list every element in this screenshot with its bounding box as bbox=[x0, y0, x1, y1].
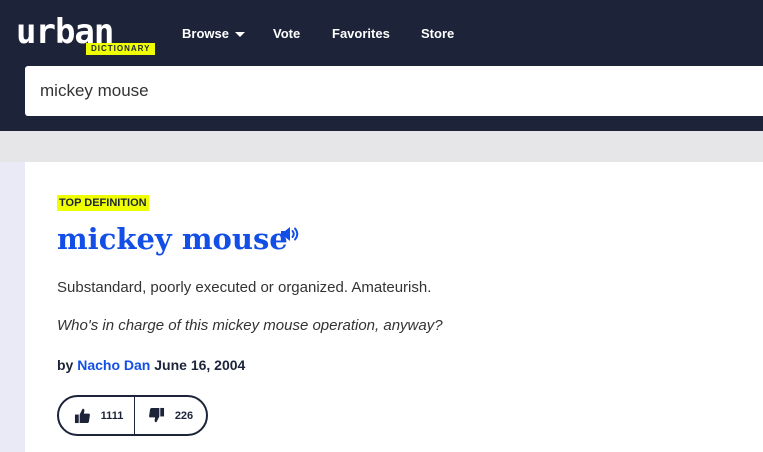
vote-controls: 1111 226 bbox=[57, 395, 208, 436]
speaker-icon[interactable] bbox=[279, 223, 301, 245]
thumbs-up-icon bbox=[74, 408, 90, 424]
nav-favorites[interactable]: Favorites bbox=[332, 25, 390, 43]
definition-meaning: Substandard, poorly executed or organize… bbox=[57, 279, 432, 296]
upvote-count: 1111 bbox=[100, 409, 124, 422]
search-input-value: mickey mouse bbox=[40, 81, 149, 100]
nav-browse-label: Browse bbox=[182, 26, 229, 41]
upvote-button[interactable]: 1111 bbox=[59, 397, 135, 434]
definition-word[interactable]: mickey mouse bbox=[57, 220, 288, 258]
top-definition-badge: TOP DEFINITION bbox=[57, 195, 149, 211]
logo-tag: DICTIONARY bbox=[86, 43, 156, 55]
nav-store[interactable]: Store bbox=[421, 25, 454, 43]
site-header: urban DICTIONARY Browse Vote Favorites S… bbox=[0, 0, 763, 131]
nav-browse[interactable]: Browse bbox=[182, 25, 245, 43]
chevron-down-icon bbox=[234, 31, 245, 37]
author-link[interactable]: Nacho Dan bbox=[77, 357, 150, 373]
thumbs-down-icon bbox=[148, 407, 164, 423]
definition-example: Who's in charge of this mickey mouse ope… bbox=[57, 317, 443, 334]
definition-byline: by Nacho Dan June 16, 2004 bbox=[57, 356, 245, 374]
definition-date: June 16, 2004 bbox=[154, 357, 246, 373]
search-input[interactable]: mickey mouse bbox=[25, 66, 763, 116]
nav-vote[interactable]: Vote bbox=[273, 25, 300, 43]
left-strip bbox=[0, 162, 25, 452]
byline-prefix: by bbox=[57, 357, 74, 373]
downvote-count: 226 bbox=[174, 409, 194, 422]
downvote-button[interactable]: 226 bbox=[135, 397, 206, 434]
urban-dictionary-logo[interactable]: urban DICTIONARY bbox=[14, 12, 166, 56]
